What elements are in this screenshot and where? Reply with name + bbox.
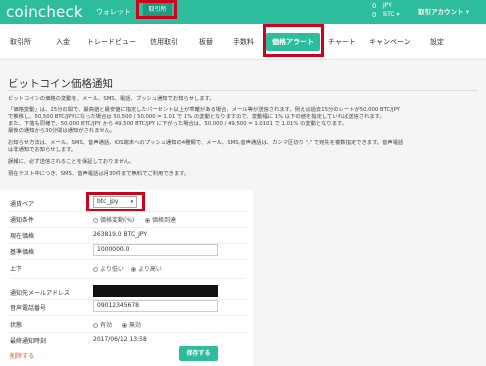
warning-text: 誤報に、必ず送信されることを保証しておりません。 bbox=[8, 159, 135, 165]
radio-off-icon bbox=[93, 322, 98, 328]
direction-opt-higher-label: より高い bbox=[138, 266, 162, 273]
method-line-2: は非通知でお知らせします。 bbox=[8, 147, 77, 153]
phone-input[interactable]: 09012345678 bbox=[93, 300, 218, 312]
delete-link[interactable]: 削除する bbox=[10, 351, 34, 360]
intro-text: ビットコインの価格の変動を、メール、SMS、電話、プッシュ通知でお知らせします。 bbox=[8, 96, 215, 102]
page-title: ビットコイン価格通知 bbox=[8, 78, 113, 90]
highlight-box-pair bbox=[86, 192, 145, 212]
phone-label: 音声電話番号 bbox=[10, 305, 47, 312]
nav-wallet[interactable]: ウォレット bbox=[96, 0, 131, 24]
title-divider bbox=[8, 90, 478, 91]
base-price-label: 基準価格 bbox=[10, 249, 35, 256]
row-divider bbox=[10, 211, 246, 212]
radio-off-icon bbox=[93, 266, 98, 272]
balance-btc: 0 bbox=[372, 10, 376, 20]
tab-exchange[interactable]: 取引所 bbox=[10, 24, 31, 60]
radio-on-icon bbox=[122, 322, 127, 328]
email-label: 通知先メールアドレス bbox=[10, 290, 71, 297]
direction-opt-lower-label: より低い bbox=[100, 266, 124, 273]
base-price-input[interactable]: 1000000.0 bbox=[93, 244, 218, 256]
condition-opt-change-label: 価格変動(%) bbox=[100, 217, 135, 224]
current-price-value: 263819.0 BTC_JPY bbox=[93, 231, 148, 238]
direction-radio-lower[interactable]: より低い bbox=[93, 264, 124, 273]
main-tabs: 取引所 入金 トレードビュー 信用取引 板替 手数料 価格アラート チャート キ… bbox=[0, 24, 486, 60]
email-input-redacted[interactable] bbox=[93, 285, 218, 297]
status-opt-enabled-label: 有効 bbox=[100, 322, 113, 329]
current-price-label: 現在価格 bbox=[10, 233, 35, 240]
tab-chart[interactable]: チャート bbox=[328, 24, 356, 60]
tab-deposit[interactable]: 入金 bbox=[56, 24, 70, 60]
row-divider bbox=[10, 278, 246, 279]
balance-btc-value: 0 bbox=[372, 11, 377, 19]
tab-settings[interactable]: 設定 bbox=[430, 24, 444, 60]
pair-label: 通貨ペア bbox=[10, 201, 35, 208]
radio-on-icon bbox=[131, 266, 136, 272]
condition-radio-change[interactable]: 価格変動(%) bbox=[93, 215, 134, 224]
top-header: coincheck ウォレット 取引所 0 JPY 0 BTC ▾ 取引アカウン… bbox=[0, 0, 486, 24]
status-label: 状態 bbox=[10, 322, 23, 329]
row-divider bbox=[10, 332, 246, 333]
condition-radio-reach[interactable]: 価格到達 bbox=[145, 215, 176, 224]
tab-transfer[interactable]: 板替 bbox=[199, 24, 213, 60]
account-menu[interactable]: 取引アカウント ▾ bbox=[418, 0, 469, 24]
row-divider bbox=[10, 227, 246, 228]
status-opt-disabled-label: 無効 bbox=[129, 322, 142, 329]
row-divider bbox=[10, 315, 246, 316]
balance-jpy-value: 0 bbox=[372, 2, 377, 10]
account-menu-label: 取引アカウント bbox=[418, 8, 464, 16]
direction-label: 上下 bbox=[10, 266, 23, 273]
tab-tradeview[interactable]: トレードビュー bbox=[87, 24, 136, 60]
row-divider bbox=[10, 259, 246, 260]
tab-fees[interactable]: 手数料 bbox=[233, 24, 254, 60]
balance-btc-unit[interactable]: BTC ▾ bbox=[383, 10, 400, 20]
radio-on-icon bbox=[145, 217, 150, 223]
highlight-box-exchange bbox=[136, 0, 177, 19]
chevron-down-icon: ▾ bbox=[465, 8, 470, 16]
condition-opt-reach-label: 価格到達 bbox=[152, 217, 177, 224]
chevron-down-icon: ▾ bbox=[396, 11, 400, 18]
highlight-box-price-alert bbox=[263, 24, 324, 57]
direction-radio-higher[interactable]: より高い bbox=[131, 264, 162, 273]
last-notified-label: 最終通知時刻 bbox=[10, 338, 47, 345]
status-radio-enabled[interactable]: 有効 bbox=[93, 320, 112, 329]
tab-margin[interactable]: 信用取引 bbox=[150, 24, 178, 60]
radio-off-icon bbox=[93, 217, 98, 223]
test-note-text: 現在テスト中につき、SMS、音声電話は月30件まで無料でご利用できます。 bbox=[8, 171, 190, 177]
condition-label: 通知条件 bbox=[10, 217, 35, 224]
balance-btc-unit-label: BTC bbox=[383, 11, 395, 18]
tab-campaign[interactable]: キャンペーン bbox=[369, 24, 411, 60]
status-radio-disabled[interactable]: 無効 bbox=[122, 320, 141, 329]
last-notified-value: 2017/06/12 13:58 bbox=[93, 336, 147, 343]
coincheck-logo[interactable]: coincheck bbox=[6, 0, 83, 24]
save-button[interactable]: 保存する bbox=[179, 346, 218, 361]
desc-line-4: 最後の通知から30分間は通知がされません。 bbox=[8, 128, 116, 134]
